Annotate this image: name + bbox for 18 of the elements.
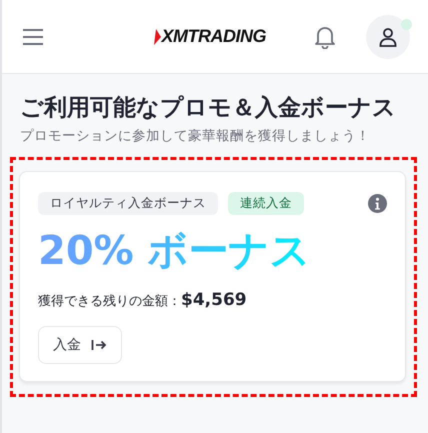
remaining-amount: $4,569 <box>181 290 247 310</box>
page-title: ご利用可能なプロモ＆入金ボーナス <box>20 94 397 123</box>
logo-mark-icon <box>154 28 160 44</box>
arrow-right-icon <box>91 339 107 351</box>
user-icon <box>379 26 397 46</box>
logo: XMTRADING <box>162 26 266 47</box>
notifications-button[interactable] <box>314 24 336 48</box>
info-icon[interactable] <box>368 194 387 213</box>
menu-button[interactable] <box>22 28 44 46</box>
remaining-label: 獲得できる残りの金額： <box>38 293 181 310</box>
status-dot <box>401 18 412 30</box>
menu-icon <box>22 28 44 46</box>
promo-tag: 連続入金 <box>228 192 304 215</box>
promo-tag: ロイヤルティ入金ボーナス <box>38 192 218 215</box>
bell-icon <box>314 24 336 48</box>
page-subtitle: プロモーションに参加して豪華報酬を獲得しましょう！ <box>20 127 371 145</box>
deposit-button[interactable]: 入金 <box>38 326 122 364</box>
profile-button[interactable] <box>366 14 410 58</box>
